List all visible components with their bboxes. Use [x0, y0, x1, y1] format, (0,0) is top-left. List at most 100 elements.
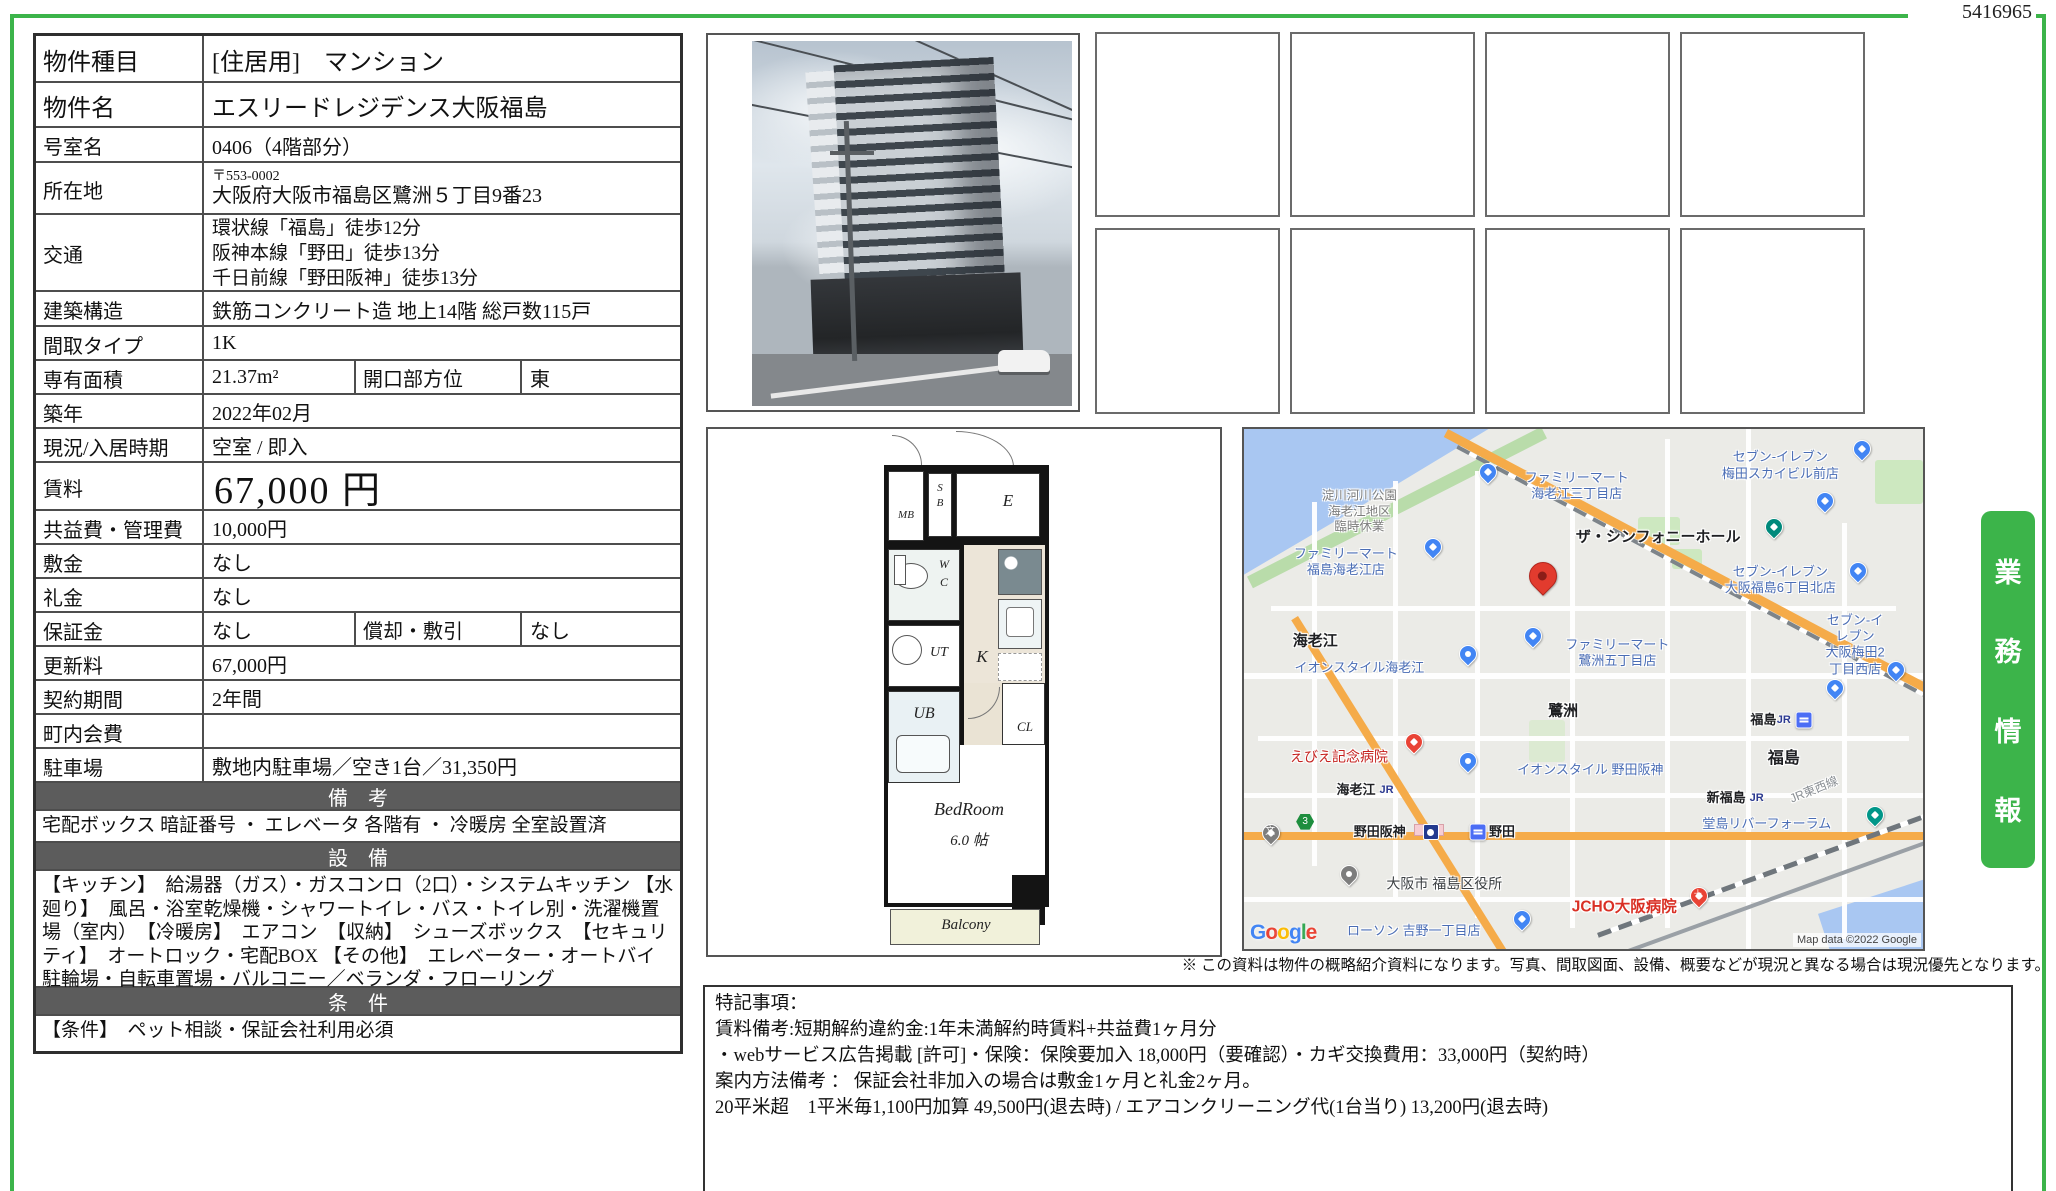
table-row-交通: 交通環状線「福島」徒歩12分阪神本線「野田」徒歩13分千日前線「野田阪神」徒歩1…: [36, 213, 680, 290]
nodahanshin-station-icon: [1423, 824, 1439, 840]
seveneleven-fukushima6-pin: [1849, 562, 1867, 580]
address-line: 大阪府大阪市福島区鷺洲５丁目9番23: [212, 185, 542, 208]
row-label: 物件名: [36, 83, 204, 126]
row-value: 67,000 円: [204, 463, 680, 509]
property-icon: [1523, 556, 1563, 596]
business-info-tab[interactable]: 業務情報: [1981, 511, 2035, 868]
seveneleven-umeda-skybuilding-pin: [1853, 440, 1871, 458]
row-value: 0406（4階部分）: [204, 128, 680, 161]
map-label-16: 海老江: [1337, 782, 1376, 798]
map-label-2: セブン-イレブン 梅田スカイビル前店: [1722, 449, 1839, 482]
map-label-9: セブン-イレブン 大阪梅田2丁目西店: [1821, 612, 1889, 677]
aeon-style-nodahanshin-pin: [1459, 752, 1477, 770]
row-value: エスリードレジデンス大阪福島: [204, 83, 680, 126]
special-note-line-3: 案内方法備考 ： 保証会社非加入の場合は敷金1ヶ月と礼金2ヶ月。: [715, 1069, 2001, 1095]
google-logo: Google: [1250, 921, 1316, 945]
store-icon: [1520, 623, 1545, 648]
section-header-remarks: 備 考: [36, 781, 680, 809]
property-table: 物件種目[住居用] マンション物件名エスリードレジデンス大阪福島号室名0406（…: [33, 33, 683, 1054]
table-row-保証金: 保証金なし償却・敷引なし: [36, 611, 680, 645]
seveneleven-umeda2-pin: [1887, 661, 1905, 679]
row-value-2: 東: [522, 361, 680, 393]
map-label-7: イオンスタイル海老江: [1295, 660, 1425, 676]
row-label: 号室名: [36, 128, 204, 161]
property-sheet: 5416965 物件種目[住居用] マンション物件名エスリードレジデンス大阪福島…: [0, 0, 2056, 1191]
section-content-equipment: 【キッチン】 給湯器（ガス）・ガスコンロ（2口）・システムキッチン 【水廻り】 …: [36, 869, 680, 986]
row-value: 環状線「福島」徒歩12分阪神本線「野田」徒歩13分千日前線「野田阪神」徒歩13分: [204, 215, 680, 290]
side-tab-char: 情: [1995, 710, 2022, 749]
location-map[interactable]: 淀川河川公園 海老江地区 臨時休業ファミリーマート 海老江三丁目店セブン-イレブ…: [1242, 427, 1925, 951]
noda-station-icon: [1470, 824, 1487, 841]
row-value: 67,000円: [204, 647, 680, 679]
map-label-22: JCHO大阪病院: [1572, 898, 1677, 917]
disclaimer-note: ※ この資料は物件の概略紹介資料になります。写真、間取図面、設備、概要などが現況…: [700, 953, 2050, 975]
map-label-21: 大阪市 福島区役所: [1386, 875, 1502, 893]
map-label-5: セブン-イレブン 大阪福島6丁目北店: [1725, 564, 1836, 597]
row-value: 空室 / 即入: [204, 429, 680, 461]
pin-glyph: ＋: [1690, 887, 1706, 903]
row-label: 交通: [36, 215, 204, 290]
map-label-17: 新福島: [1707, 790, 1746, 806]
table-row-建築構造: 建築構造鉄筋コンクリート造 地上14階 総戸数115戸: [36, 290, 680, 325]
side-tab-char: 務: [1995, 630, 2022, 669]
floorplan-label-balcony: Balcony: [924, 917, 1008, 934]
store-pin: [1816, 492, 1834, 510]
table-row-現況/入居時期: 現況/入居時期空室 / 即入: [36, 427, 680, 461]
jr-badge: JR: [1750, 792, 1764, 804]
row-value: 敷地内駐車場／空き1台／31,350円: [204, 749, 680, 781]
map-label-19: 野田阪神: [1354, 824, 1406, 840]
google-logo-letter: o: [1277, 921, 1289, 944]
floorplan: MB S B E W C UT UB K: [884, 437, 1049, 949]
table-row-共益費・管理費: 共益費・管理費10,000円: [36, 509, 680, 543]
pin-glyph: 文: [1262, 824, 1278, 840]
row-label: 現況/入居時期: [36, 429, 204, 461]
row-value: 鉄筋コンクリート造 地上14階 総戸数115戸: [204, 292, 680, 325]
row-value: [住居用] マンション: [204, 36, 680, 81]
row-label: 契約期間: [36, 681, 204, 713]
side-tab-char: 業: [1995, 551, 2022, 590]
table-row-間取タイプ: 間取タイプ1K: [36, 325, 680, 359]
map-label-12: 福島: [1768, 749, 1800, 769]
table-row-物件種目: 物件種目[住居用] マンション: [36, 36, 680, 81]
row-value: 10,000円: [204, 511, 680, 543]
row-value: [204, 715, 680, 747]
row-value: 2022年02月: [204, 395, 680, 427]
map-label-1: ファミリーマート 海老江三丁目店: [1525, 470, 1629, 503]
aeon-style-ebie-pin: [1459, 645, 1477, 663]
row-label: 駐車場: [36, 749, 204, 781]
table-row-専有面積: 専有面積21.37m²開口部方位東: [36, 359, 680, 393]
row-value: なし: [204, 579, 680, 611]
table-row-礼金: 礼金なし: [36, 577, 680, 611]
transit-line-2: 千日前線「野田阪神」徒歩13分: [212, 266, 676, 290]
parked-car: [998, 350, 1050, 372]
row-label-2: 償却・敷引: [354, 613, 522, 645]
hospital-icon: [1401, 730, 1426, 755]
row-value: 1K: [204, 327, 680, 359]
floorplan-box: MB S B E W C UT UB K: [706, 427, 1222, 957]
postal-code: 〒553-0002: [212, 169, 542, 185]
google-logo-letter: o: [1265, 921, 1277, 944]
photo-slot-5: [1095, 228, 1280, 414]
special-note-line-1: 賃料備考:短期解約違約金:1年未満解約時賃料+共益費1ヶ月分: [715, 1017, 2001, 1043]
row-value: 2年間: [204, 681, 680, 713]
side-tab-char: 報: [1995, 789, 2022, 828]
row-label: 敷金: [36, 545, 204, 577]
section-header-equipment: 設 備: [36, 841, 680, 869]
table-row-号室名: 号室名0406（4階部分）: [36, 126, 680, 161]
store-icon: [1420, 535, 1445, 560]
store-icon: [1812, 488, 1837, 513]
cart-icon: [1455, 641, 1480, 666]
familymart-fukushima-ebie-pin: [1424, 538, 1442, 556]
table-row-契約期間: 契約期間2年間: [36, 679, 680, 713]
fukushima-station-icon: [1796, 712, 1813, 729]
bottom-road: [1244, 832, 1923, 840]
page-border-right: [2042, 14, 2046, 1191]
map-label-13: JR東西線: [1788, 774, 1841, 807]
table-row-駐車場: 駐車場敷地内駐車場／空き1台／31,350円: [36, 747, 680, 781]
table-row-更新料: 更新料67,000円: [36, 645, 680, 679]
symphony-hall-pin: [1765, 518, 1783, 536]
map-label-4: ファミリーマート 福島海老江店: [1294, 545, 1398, 578]
table-row-賃料: 賃料67,000 円: [36, 461, 680, 509]
photo-slot-7: [1485, 228, 1670, 414]
familymart-ebie3-pin: [1479, 463, 1497, 481]
